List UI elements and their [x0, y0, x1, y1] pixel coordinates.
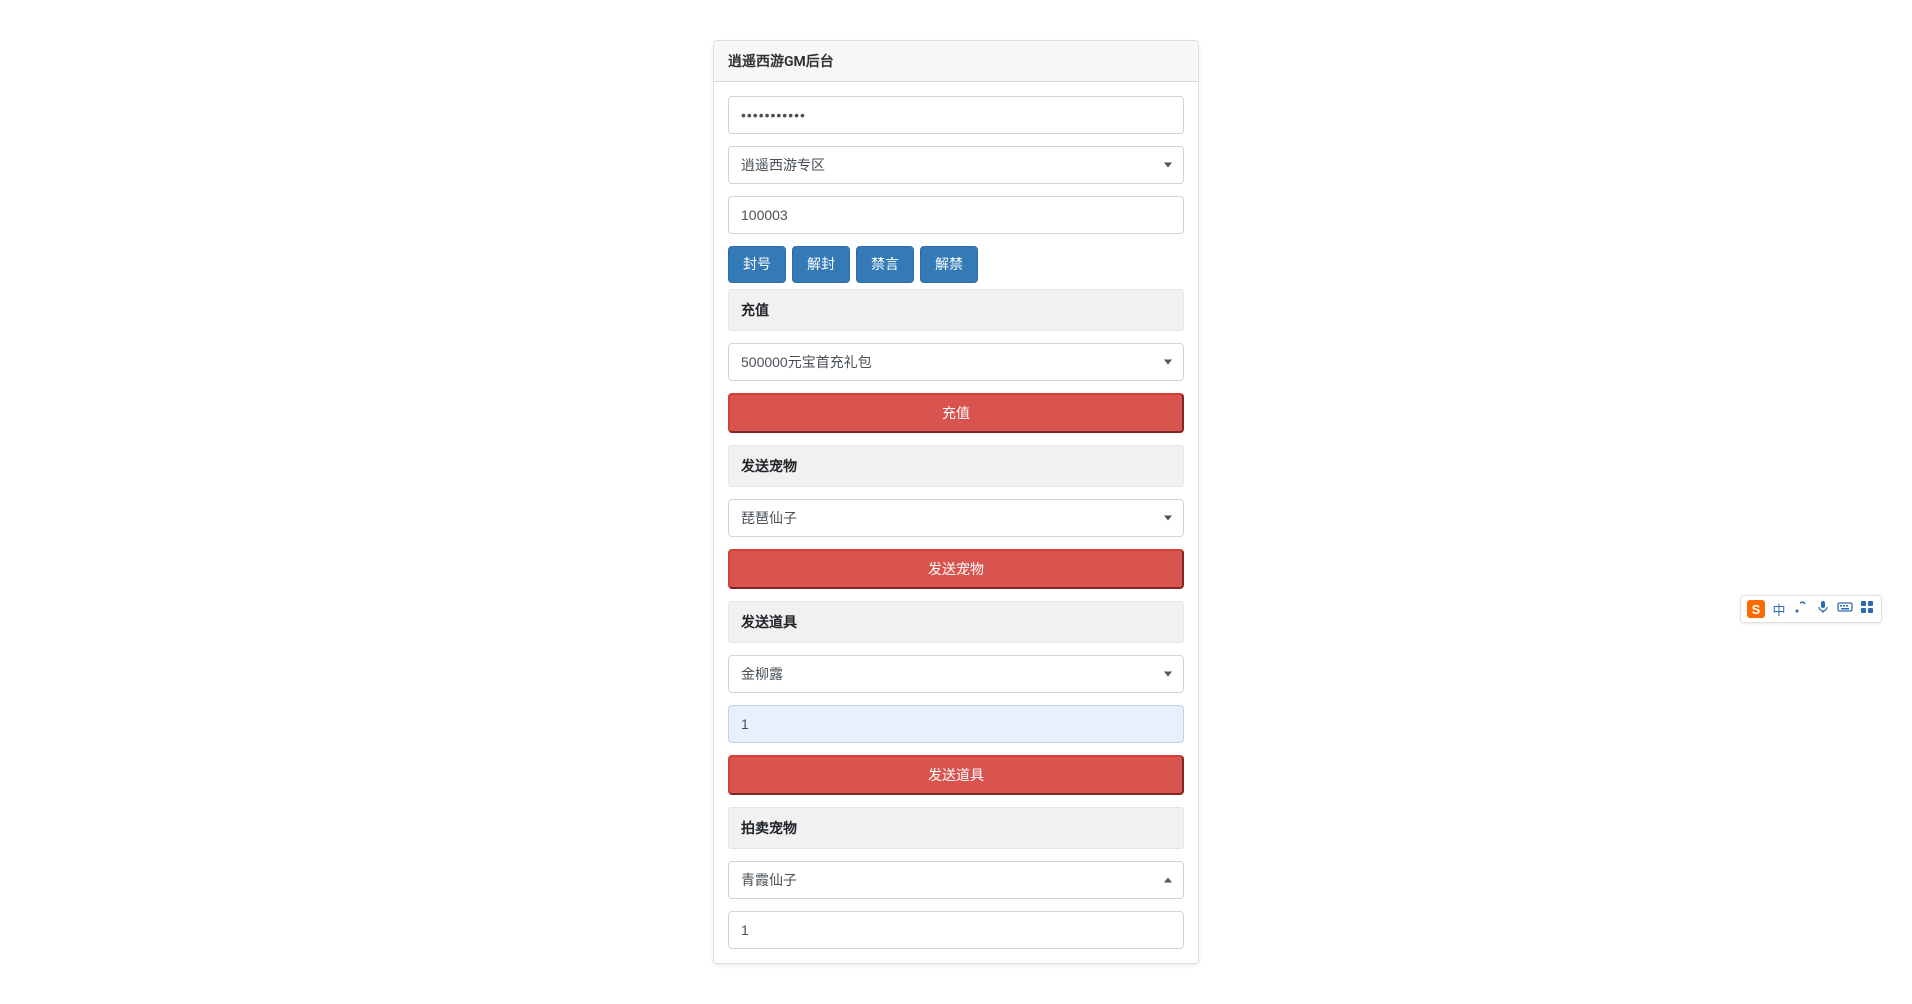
unmute-button[interactable]: 解禁	[920, 246, 978, 283]
sogou-logo-icon[interactable]: S	[1747, 600, 1765, 618]
send-pet-button[interactable]: 发送宠物	[728, 549, 1184, 589]
recharge-header: 充值	[728, 289, 1184, 331]
pet-select-wrap: 琵琶仙子	[728, 499, 1184, 537]
player-id-input[interactable]	[728, 196, 1184, 234]
auction-qty-input[interactable]	[728, 911, 1184, 949]
ime-menu-icon[interactable]	[1859, 599, 1875, 619]
password-input[interactable]	[728, 96, 1184, 134]
pet-select[interactable]: 琵琶仙子	[728, 499, 1184, 537]
send-item-header: 发送道具	[728, 601, 1184, 643]
item-qty-input[interactable]	[728, 705, 1184, 743]
server-select-wrap: 逍遥西游专区	[728, 146, 1184, 184]
ime-lang-toggle[interactable]: 中	[1771, 600, 1787, 619]
send-item-button[interactable]: 发送道具	[728, 755, 1184, 795]
unban-button[interactable]: 解封	[792, 246, 850, 283]
panel-body: 逍遥西游专区 封号 解封 禁言 解禁 充值 500000元宝首充礼包 充值	[714, 82, 1198, 963]
mute-button[interactable]: 禁言	[856, 246, 914, 283]
auction-pet-header: 拍卖宠物	[728, 807, 1184, 849]
page-wrap: 逍遥西游GM后台 逍遥西游专区 封号 解封 禁言 解禁 充值 500000元宝首	[0, 0, 1912, 1004]
auction-pet-select[interactable]: 青霞仙子	[728, 861, 1184, 899]
ban-button[interactable]: 封号	[728, 246, 786, 283]
item-select-wrap: 金柳露	[728, 655, 1184, 693]
item-select[interactable]: 金柳露	[728, 655, 1184, 693]
ime-punct-icon[interactable]	[1793, 599, 1809, 619]
auction-select-wrap: 青霞仙子	[728, 861, 1184, 899]
recharge-submit-button[interactable]: 充值	[728, 393, 1184, 433]
panel-title: 逍遥西游GM后台	[714, 41, 1198, 82]
ime-mic-icon[interactable]	[1815, 599, 1831, 619]
ime-keyboard-icon[interactable]	[1837, 599, 1853, 619]
ime-toolbar[interactable]: S 中	[1740, 595, 1882, 623]
recharge-package-select[interactable]: 500000元宝首充礼包	[728, 343, 1184, 381]
gm-panel-card: 逍遥西游GM后台 逍遥西游专区 封号 解封 禁言 解禁 充值 500000元宝首	[713, 40, 1199, 964]
recharge-package-wrap: 500000元宝首充礼包	[728, 343, 1184, 381]
server-select[interactable]: 逍遥西游专区	[728, 146, 1184, 184]
account-action-row: 封号 解封 禁言 解禁	[728, 246, 1184, 283]
send-pet-header: 发送宠物	[728, 445, 1184, 487]
